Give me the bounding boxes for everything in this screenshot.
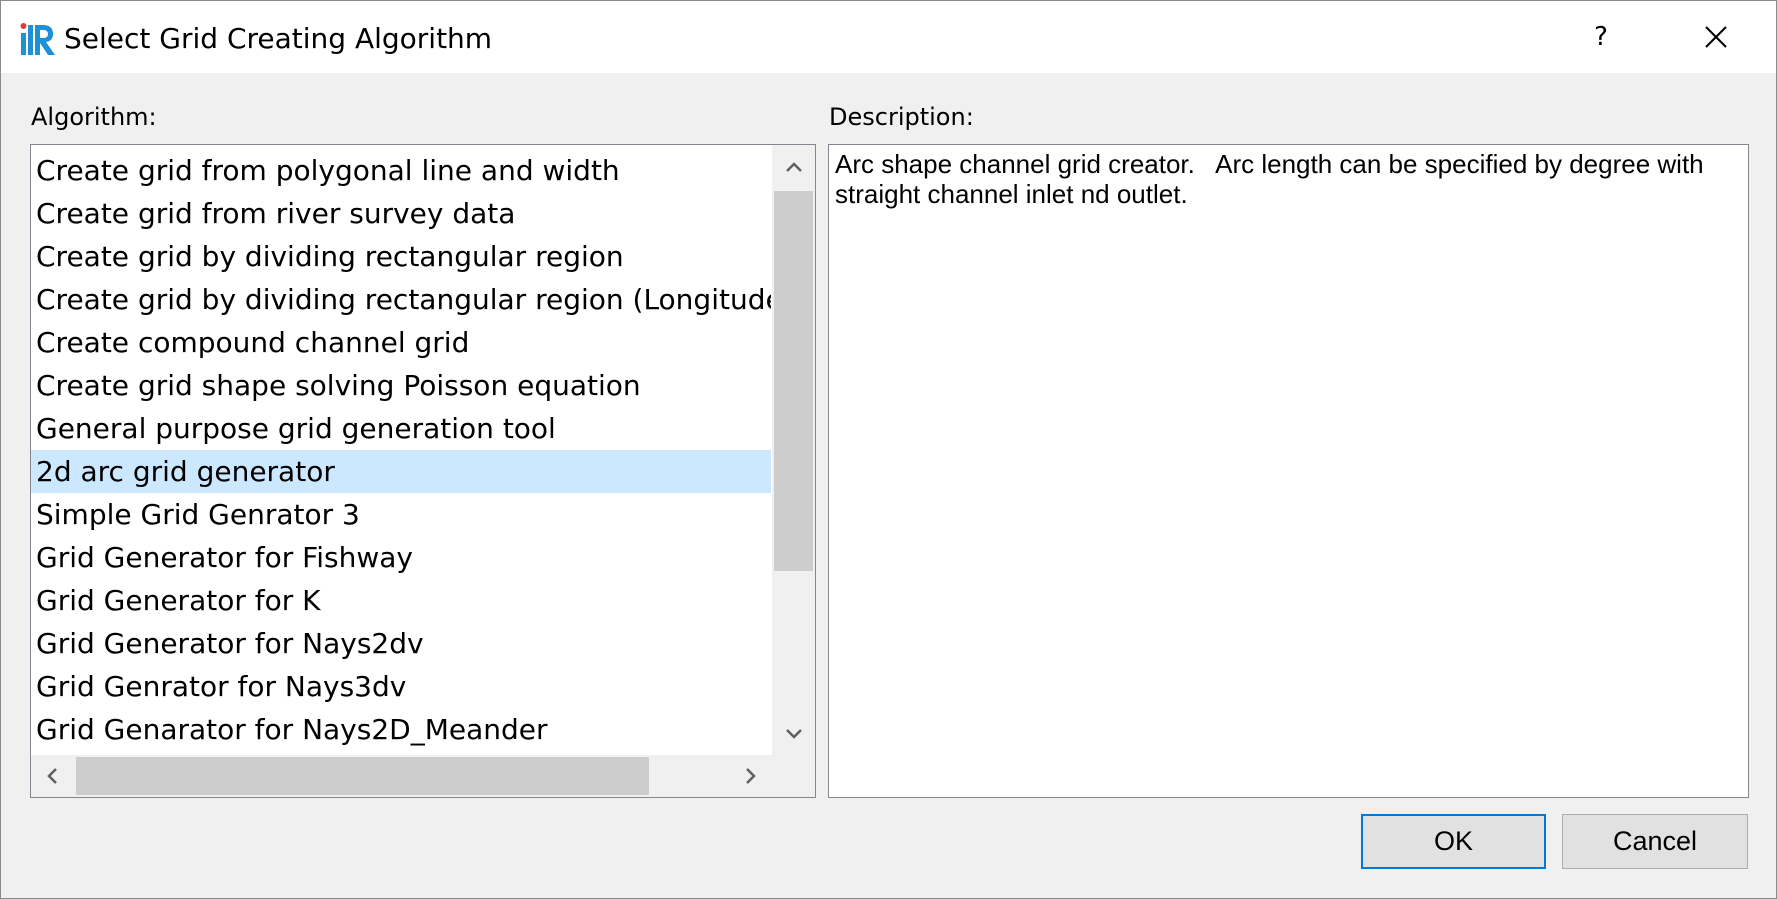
vertical-scroll-thumb[interactable] [774, 191, 813, 571]
chevron-left-icon [47, 768, 57, 784]
horizontal-scroll-thumb[interactable] [76, 757, 649, 795]
algorithm-list-item[interactable]: General purpose grid generation tool [31, 407, 771, 450]
scroll-down-button[interactable] [772, 712, 815, 755]
algorithm-list-item[interactable]: Grid Generator for Fishway [31, 536, 771, 579]
algorithm-list[interactable]: Create grid from polygonal line and widt… [30, 144, 816, 798]
close-icon [1705, 26, 1727, 48]
algorithm-list-item[interactable]: Create grid by dividing rectangular regi… [31, 235, 771, 278]
window-title: Select Grid Creating Algorithm [64, 22, 493, 55]
algorithm-list-item[interactable]: Create grid shape solving Poisson equati… [31, 364, 771, 407]
select-grid-algorithm-dialog: Select Grid Creating Algorithm ? Algorit… [0, 0, 1777, 899]
title-bar: Select Grid Creating Algorithm ? [1, 1, 1776, 73]
iric-logo-icon [20, 23, 55, 55]
algorithm-label: Algorithm: [31, 103, 157, 131]
algorithm-list-item[interactable]: Create grid from river survey data [31, 192, 771, 235]
chevron-up-icon [785, 161, 802, 172]
algorithm-list-item[interactable]: Grid Generator for Nays2dv [31, 622, 771, 665]
algorithm-list-item[interactable]: Grid Genarator for Nays2D_Meander [31, 708, 771, 751]
description-label: Description: [829, 103, 974, 131]
scroll-left-button[interactable] [31, 755, 73, 797]
algorithm-list-item[interactable]: Grid Generator for K [31, 579, 771, 622]
scroll-up-button[interactable] [772, 145, 815, 188]
algorithm-list-item[interactable]: Create compound channel grid [31, 321, 771, 364]
algorithm-list-item[interactable]: Simple Grid Genrator 3 [31, 493, 771, 536]
ok-button[interactable]: OK [1361, 814, 1546, 869]
cancel-button[interactable]: Cancel [1562, 814, 1748, 869]
chevron-right-icon [746, 768, 756, 784]
horizontal-scrollbar[interactable] [31, 755, 772, 797]
vertical-scrollbar[interactable] [772, 145, 815, 755]
algorithm-list-items: Create grid from polygonal line and widt… [31, 149, 771, 751]
description-text: Arc shape channel grid creator. Arc leng… [835, 149, 1704, 209]
algorithm-list-item[interactable]: 2d arc grid generator [31, 450, 771, 493]
help-button[interactable]: ? [1551, 1, 1651, 73]
algorithm-list-item[interactable]: Create grid by dividing rectangular regi… [31, 278, 771, 321]
scrollbar-corner [772, 755, 815, 797]
chevron-down-icon [785, 728, 802, 739]
scroll-right-button[interactable] [730, 755, 772, 797]
close-button[interactable] [1666, 1, 1766, 73]
description-box: Arc shape channel grid creator. Arc leng… [828, 144, 1749, 798]
algorithm-list-item[interactable]: Grid Genrator for Nays3dv [31, 665, 771, 708]
algorithm-list-item[interactable]: Create grid from polygonal line and widt… [31, 149, 771, 192]
